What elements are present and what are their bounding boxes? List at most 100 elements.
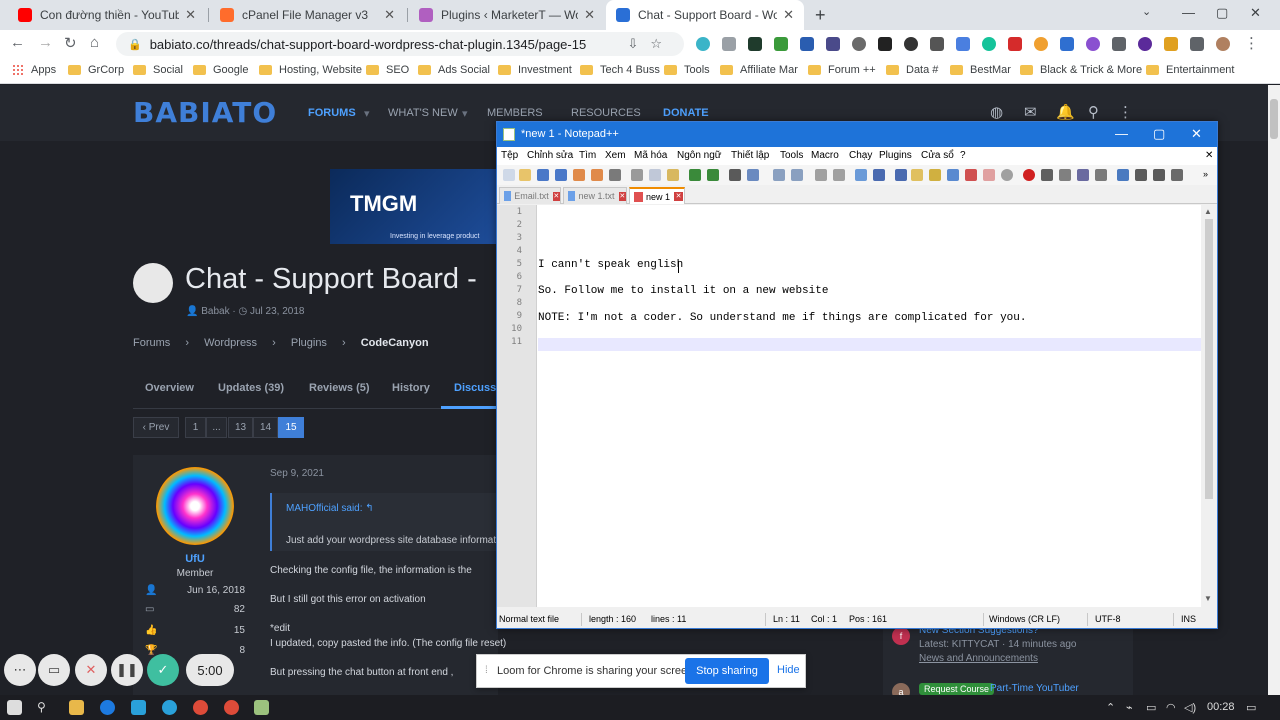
kebab-menu-icon[interactable]: ⋮ [1118,103,1133,121]
menu-macro[interactable]: Macro [811,150,839,161]
extension-icon[interactable] [956,37,970,51]
indent-guide-icon[interactable] [895,169,907,181]
thread-avatar[interactable] [133,263,173,303]
status-eol[interactable]: Windows (CR LF) [989,614,1060,624]
play-multiple-icon[interactable] [1077,169,1089,181]
toolbar-overflow-icon[interactable]: » [1203,169,1215,181]
close-icon[interactable]: ✕ [674,192,684,201]
back-icon[interactable]: ← [10,34,25,51]
open-file-icon[interactable] [519,169,531,181]
plugin-icon[interactable] [1135,169,1147,181]
menu-search[interactable]: Tìm [579,150,596,161]
avatar[interactable] [1216,37,1230,51]
network-icon[interactable]: ▭ [1146,701,1156,714]
address-bar[interactable]: 🔒 babiato.co/threads/chat-support-board-… [116,32,684,56]
extension-icon[interactable] [930,37,944,51]
paste-icon[interactable] [667,169,679,181]
scroll-up-icon[interactable]: ▲ [1204,207,1212,216]
menu-run[interactable]: Chạy [849,150,872,161]
status-insert-mode[interactable]: INS [1181,614,1196,624]
sync-scroll-icon[interactable] [815,169,827,181]
bookmark-folder[interactable]: Hosting, Website [259,64,362,76]
record-macro-icon[interactable] [1023,169,1035,181]
new-tab-button[interactable]: + [815,5,826,26]
windows-start-icon[interactable] [7,700,22,715]
tab-reviews[interactable]: Reviews (5) [309,382,370,394]
close-icon[interactable]: ✕ [584,7,595,23]
close-icon[interactable]: ✕ [384,7,395,23]
pager-prev[interactable]: ‹ Prev [133,417,179,438]
tab-discussion[interactable]: Discussi [454,382,499,394]
udl-icon[interactable] [911,169,923,181]
bell-icon[interactable]: 🔔 [1056,103,1075,121]
play-macro-icon[interactable] [1059,169,1071,181]
menu-edit[interactable]: Chỉnh sửa [527,150,573,161]
extension-icon[interactable] [748,37,762,51]
breadcrumb-item[interactable]: Wordpress [204,337,257,349]
browser-tab-chat-support[interactable]: Chat - Support Board - WordPress ✕ [606,0,804,30]
sync-horizontal-icon[interactable] [833,169,845,181]
word-wrap-icon[interactable] [855,169,867,181]
bookmark-folder[interactable]: BestMar [950,64,1011,76]
extension-icon[interactable] [904,37,918,51]
breadcrumb-item[interactable]: Forums [133,337,170,349]
extension-icon[interactable] [1034,37,1048,51]
extension-icon[interactable] [982,37,996,51]
plugin-icon[interactable] [1171,169,1183,181]
search-icon[interactable]: ⚲ [37,700,52,715]
undo-icon[interactable] [689,169,701,181]
prefix-badge[interactable]: Request Course [919,683,995,695]
more-options-icon[interactable]: ⋯ [4,654,36,686]
text-editor[interactable]: 1 2 3 4 5 6 7 8 9 10 11 I cann't speak e… [497,205,1217,607]
bookmark-folder[interactable]: Affiliate Mar [720,64,798,76]
pager-page[interactable]: 1 [185,417,206,438]
tray-chevron-icon[interactable]: ⌃ [1106,701,1115,714]
usb-icon[interactable]: ⌁ [1126,701,1133,714]
tab-search-icon[interactable]: ⌄ [1142,5,1151,18]
bookmark-folder[interactable]: SEO [366,64,409,76]
cancel-recording-button[interactable]: ✕ [75,654,107,686]
text-line[interactable] [538,298,1201,311]
telegram-icon[interactable] [162,700,177,715]
save-icon[interactable] [537,169,549,181]
pager-page-current[interactable]: 15 [278,417,304,438]
minimize-button[interactable]: — [1115,126,1128,141]
forward-icon[interactable]: → [38,34,53,51]
monitoring-icon[interactable] [983,169,995,181]
browser-tab-plugins[interactable]: Plugins ‹ MarketerT — WordPress ✕ [409,0,605,30]
redo-icon[interactable] [707,169,719,181]
menu-encoding[interactable]: Mã hóa [634,150,667,161]
bookmark-folder[interactable]: Tech 4 Buss [580,64,660,76]
extension-icon[interactable] [1138,37,1152,51]
cut-icon[interactable] [631,169,643,181]
stop-macro-icon[interactable] [1041,169,1053,181]
menu-tools[interactable]: Tools [780,150,803,161]
quote-author[interactable]: MAHOfficial said: ↰ [286,503,374,514]
menu-plugins[interactable]: Plugins [879,150,912,161]
hide-button[interactable]: Hide [777,664,800,676]
monitor-icon[interactable] [1001,169,1013,181]
tab-updates[interactable]: Updates (39) [218,382,284,394]
close-file-icon[interactable] [573,169,585,181]
text-line[interactable]: I cann't speak english [538,259,1201,272]
mail-icon[interactable] [1112,37,1126,51]
app-icon[interactable] [131,700,146,715]
minimize-button[interactable]: — [1182,5,1195,20]
globe-icon[interactable]: ◍ [990,103,1003,121]
browser-tab-youtube[interactable]: Con đường thiền - YouTube ✕ [8,0,206,30]
chevron-down-icon[interactable]: ▾ [462,107,468,120]
breadcrumb-item-current[interactable]: CodeCanyon [361,337,429,349]
extension-icon[interactable] [878,37,892,51]
latest-thread-title[interactable]: Part-Time YouTuber [990,683,1079,694]
chrome-icon[interactable] [193,700,208,715]
page-scrollbar[interactable] [1268,85,1280,695]
breadcrumb-item[interactable]: Plugins [291,337,327,349]
menu-help[interactable]: ? [960,150,966,161]
print-icon[interactable] [609,169,621,181]
extension-icon[interactable] [722,37,736,51]
text-line[interactable]: So. Follow me to install it on a new web… [538,285,1201,298]
text-line[interactable] [538,232,1201,245]
folder-workspace-icon[interactable] [965,169,977,181]
notepadpp-titlebar[interactable]: *new 1 - Notepad++ — ▢ ✕ [497,122,1217,147]
bookmark-folder[interactable]: Black & Trick & More [1020,64,1142,76]
